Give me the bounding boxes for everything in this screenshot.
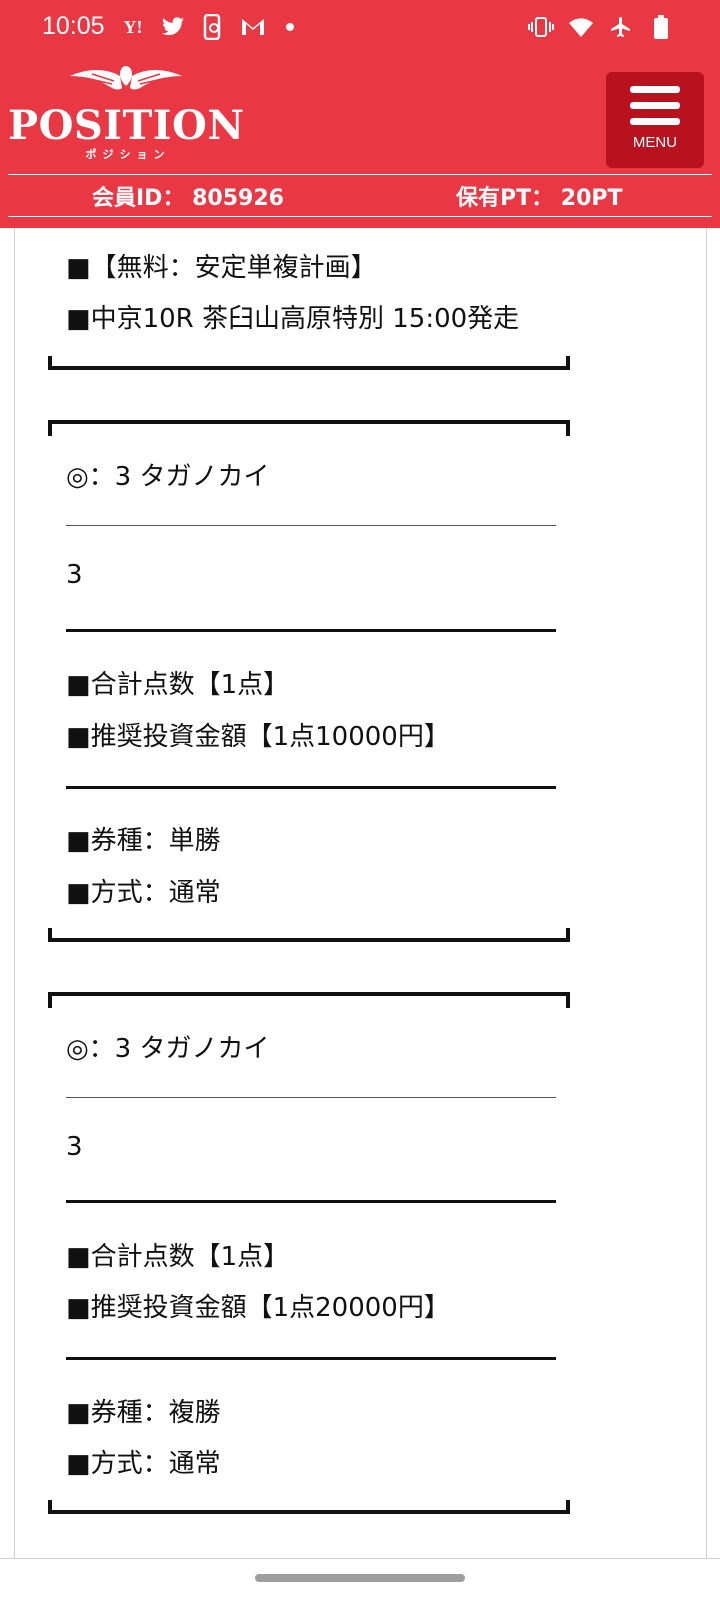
total-points: ■合計点数【1点】 bbox=[66, 1242, 290, 1272]
divider bbox=[66, 629, 556, 632]
eagle-emblem-icon bbox=[70, 66, 182, 90]
position-logo[interactable]: POSITION ポジション bbox=[8, 62, 248, 162]
hamburger-bar-icon bbox=[630, 102, 680, 109]
divider bbox=[66, 1097, 556, 1098]
member-id: 会員ID： 805926 bbox=[92, 186, 284, 211]
points-balance: 保有PT： 20PT bbox=[456, 186, 623, 211]
wifi-icon bbox=[568, 14, 594, 40]
bracket-close bbox=[48, 928, 570, 942]
app-header: 10:05 Y! POSITION ポジション MENU 会員ID： 80592… bbox=[0, 0, 720, 228]
status-time: 10:05 bbox=[42, 12, 105, 40]
pick-horse: ◎：3 タガノカイ bbox=[66, 1034, 270, 1064]
airplane-icon bbox=[608, 14, 634, 40]
battery-icon bbox=[648, 14, 674, 40]
dot-icon bbox=[286, 23, 294, 31]
divider bbox=[66, 1200, 556, 1203]
pick-number: 3 bbox=[66, 1132, 83, 1162]
pick-number: 3 bbox=[66, 560, 83, 590]
status-bar: 10:05 Y! bbox=[0, 0, 720, 56]
bet-method: ■方式：通常 bbox=[66, 1449, 221, 1479]
logo-subtitle: ポジション bbox=[85, 148, 171, 161]
hamburger-bar-icon bbox=[630, 86, 680, 93]
header-divider-top bbox=[8, 174, 712, 175]
header-divider-bottom bbox=[8, 216, 712, 217]
race-info: ■中京10R 茶臼山高原特別 15:00発走 bbox=[66, 304, 520, 334]
divider bbox=[66, 786, 556, 789]
hamburger-bar-icon bbox=[630, 118, 680, 125]
menu-button[interactable]: MENU bbox=[606, 72, 704, 168]
divider bbox=[66, 525, 556, 526]
ticket-type: ■券種：複勝 bbox=[66, 1398, 221, 1428]
gmail-icon bbox=[240, 14, 266, 40]
divider bbox=[66, 1357, 556, 1360]
bracket-close bbox=[48, 356, 570, 370]
yahoo-icon: Y! bbox=[120, 14, 146, 40]
bracket-close bbox=[48, 1500, 570, 1514]
free-plan-title: ■【無料：安定単複計画】 bbox=[66, 253, 377, 283]
ticket-type: ■券種：単勝 bbox=[66, 826, 221, 856]
twitter-icon bbox=[160, 14, 186, 40]
bracket-open bbox=[48, 992, 570, 1008]
vibrate-icon bbox=[528, 14, 554, 40]
menu-label: MENU bbox=[632, 134, 678, 151]
system-icons bbox=[528, 14, 674, 40]
home-indicator[interactable] bbox=[255, 1574, 465, 1582]
total-points: ■合計点数【1点】 bbox=[66, 670, 290, 700]
logo-text: POSITION bbox=[8, 102, 245, 149]
pick-horse: ◎：3 タガノカイ bbox=[66, 462, 270, 492]
content-border bbox=[706, 228, 707, 1558]
investment-amount: ■推奨投資金額【1点10000円】 bbox=[66, 722, 450, 752]
bet-method: ■方式：通常 bbox=[66, 878, 221, 908]
yahoo-label: Y! bbox=[123, 16, 143, 37]
bracket-open bbox=[48, 420, 570, 436]
investment-amount: ■推奨投資金額【1点20000円】 bbox=[66, 1293, 450, 1323]
content-border bbox=[0, 1558, 720, 1559]
content-border bbox=[14, 228, 15, 1558]
phone-sync-icon bbox=[200, 14, 226, 40]
notification-icons: Y! bbox=[120, 14, 294, 40]
